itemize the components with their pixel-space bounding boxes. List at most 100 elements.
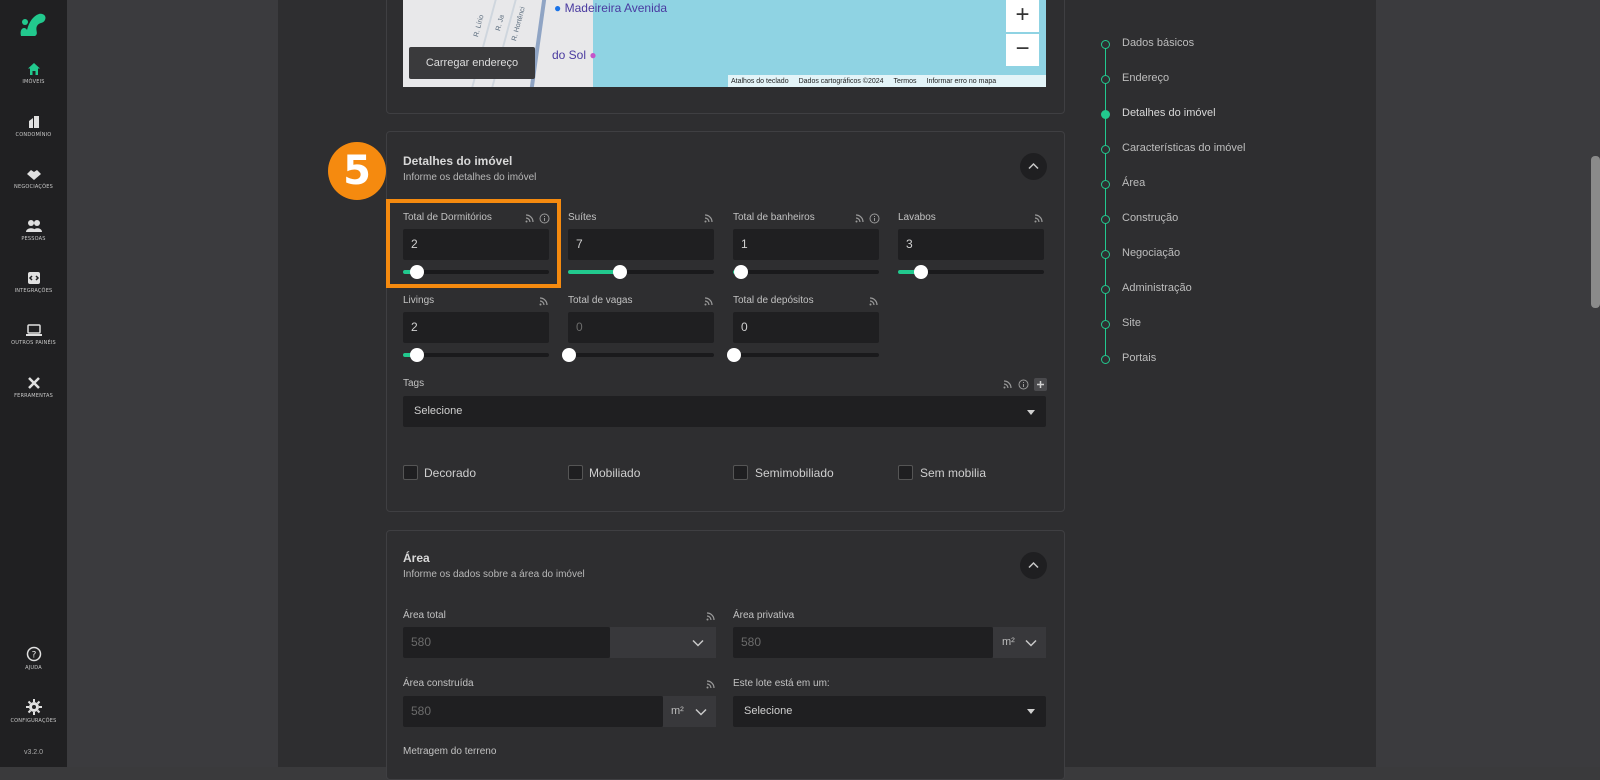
timeline-dot[interactable] [1101,75,1110,84]
slider-track[interactable] [733,270,879,274]
timeline-item[interactable]: Dados básicos [1122,37,1194,49]
timeline-dot[interactable] [1101,110,1110,119]
slider-knob[interactable] [410,348,424,362]
timeline-item[interactable]: Endereço [1122,72,1169,84]
scrollbar-thumb[interactable] [1591,156,1600,308]
field-input[interactable]: 7 [568,229,714,260]
timeline-item[interactable]: Administração [1122,282,1192,294]
rss-icon [855,214,864,223]
building-icon [28,116,39,128]
map-footer-link[interactable]: Termos [894,78,917,85]
chevron-down-icon [1027,410,1035,415]
area-private-input[interactable]: 580 [733,627,993,658]
timeline-dot[interactable] [1101,180,1110,189]
timeline-item[interactable]: Construção [1122,212,1178,224]
nav-integracoes[interactable]: INTEGRAÇÕES [0,271,67,294]
map-poi-sol[interactable]: do Sol ● [552,48,597,62]
slider-track[interactable] [403,353,549,357]
rss-icon [706,680,715,689]
details-collapse-button[interactable] [1020,153,1047,180]
map-footer-link[interactable]: Atalhos do teclado [731,78,789,85]
area-private-unit-select[interactable]: m² [993,627,1046,658]
terrain-label: Metragem do terreno [403,746,497,757]
field-input[interactable]: 3 [898,229,1044,260]
field-input[interactable]: 1 [733,229,879,260]
chevron-up-icon [1028,561,1039,569]
laptop-icon [25,324,42,336]
nav-imoveis[interactable]: IMÓVEIS [0,62,67,85]
timeline-item[interactable]: Negociação [1122,247,1180,259]
checkbox-mobiliado[interactable] [568,465,583,480]
slider-knob[interactable] [734,265,748,279]
field-input[interactable]: 2 [403,312,549,343]
camera-pin-icon: ● [589,48,597,62]
area-total-input[interactable]: 580 [403,627,610,658]
timeline-item[interactable]: Características do imóvel [1122,142,1246,154]
area-total-unit-select[interactable] [610,627,716,658]
timeline-dot[interactable] [1101,215,1110,224]
timeline-item[interactable]: Site [1122,317,1141,329]
svg-text:?: ? [31,651,36,661]
logo-icon[interactable] [17,10,49,38]
nav-label: PESSOAS [21,236,46,242]
info-icon[interactable] [869,213,880,224]
chevron-down-icon [695,708,707,716]
area-built-unit-select[interactable]: m² [663,696,716,727]
slider-track[interactable] [568,353,714,357]
checkbox-label: Semimobiliado [755,466,834,480]
area-total-label: Área total [403,610,446,621]
slider-knob[interactable] [727,348,741,362]
map-poi-madeireira[interactable]: ● Madeireira Avenida [554,1,667,15]
nav-pessoas[interactable]: PESSOAS [0,219,67,242]
lot-select[interactable]: Selecione [733,696,1046,727]
add-tag-icon[interactable] [1034,378,1047,391]
map-poi-label: do Sol [552,48,587,62]
tags-select-value: Selecione [414,405,463,417]
slider-knob[interactable] [613,265,627,279]
map-footer-link[interactable]: Informar erro no mapa [927,78,997,85]
tags-select[interactable]: Selecione [403,396,1046,427]
slider-fill [568,270,619,274]
lot-label: Este lote está em um: [733,678,830,689]
field-label: Livings [403,295,435,306]
people-icon [25,220,42,232]
slider-knob[interactable] [914,265,928,279]
map-poi-label: Madeireira Avenida [564,1,668,15]
zoom-out-button[interactable]: − [1006,34,1039,66]
timeline-dot[interactable] [1101,40,1110,49]
info-icon[interactable] [1018,379,1029,390]
nav-label: CONFIGURAÇÕES [10,718,57,724]
timeline-dot[interactable] [1101,250,1110,259]
nav-configuracoes[interactable]: CONFIGURAÇÕES [0,699,67,724]
timeline-item[interactable]: Portais [1122,352,1156,364]
nav-outros-paineis[interactable]: OUTROS PAINÉIS [0,324,67,346]
map-footer: Atalhos do teclado Dados cartográficos ©… [728,75,1046,87]
field-input[interactable]: 0 [733,312,879,343]
nav-negociacoes[interactable]: NEGOCIAÇÕES [0,167,67,190]
area-subtitle: Informe os dados sobre a área do imóvel [403,569,585,580]
nav-ferramentas[interactable]: FERRAMENTAS [0,376,67,399]
scrollbar-track[interactable] [1590,0,1600,767]
timeline-dot[interactable] [1101,320,1110,329]
checkbox-semimobiliado[interactable] [733,465,748,480]
field-input[interactable]: 0 [568,312,714,343]
checkbox-decorado[interactable] [403,465,418,480]
timeline-dot[interactable] [1101,145,1110,154]
checkbox-sem-mobilia[interactable] [898,465,913,480]
load-address-button[interactable]: Carregar endereço [409,47,535,79]
area-built-input[interactable]: 580 [403,696,663,727]
timeline-dot[interactable] [1101,355,1110,364]
nav-ajuda[interactable]: ? AJUDA [0,646,67,671]
slider-knob[interactable] [562,348,576,362]
checkbox-label: Sem mobilia [920,466,987,480]
tags-label: Tags [403,378,425,389]
nav-condominio[interactable]: CONDOMÍNIO [0,115,67,138]
timeline-dot[interactable] [1101,285,1110,294]
timeline-item[interactable]: Área [1122,177,1145,189]
rss-icon [1034,214,1043,223]
zoom-in-button[interactable]: + [1006,0,1039,32]
area-collapse-button[interactable] [1020,552,1047,579]
timeline-item[interactable]: Detalhes do imóvel [1122,107,1216,119]
slider-track[interactable] [733,353,879,357]
nav-label: IMÓVEIS [22,79,45,85]
